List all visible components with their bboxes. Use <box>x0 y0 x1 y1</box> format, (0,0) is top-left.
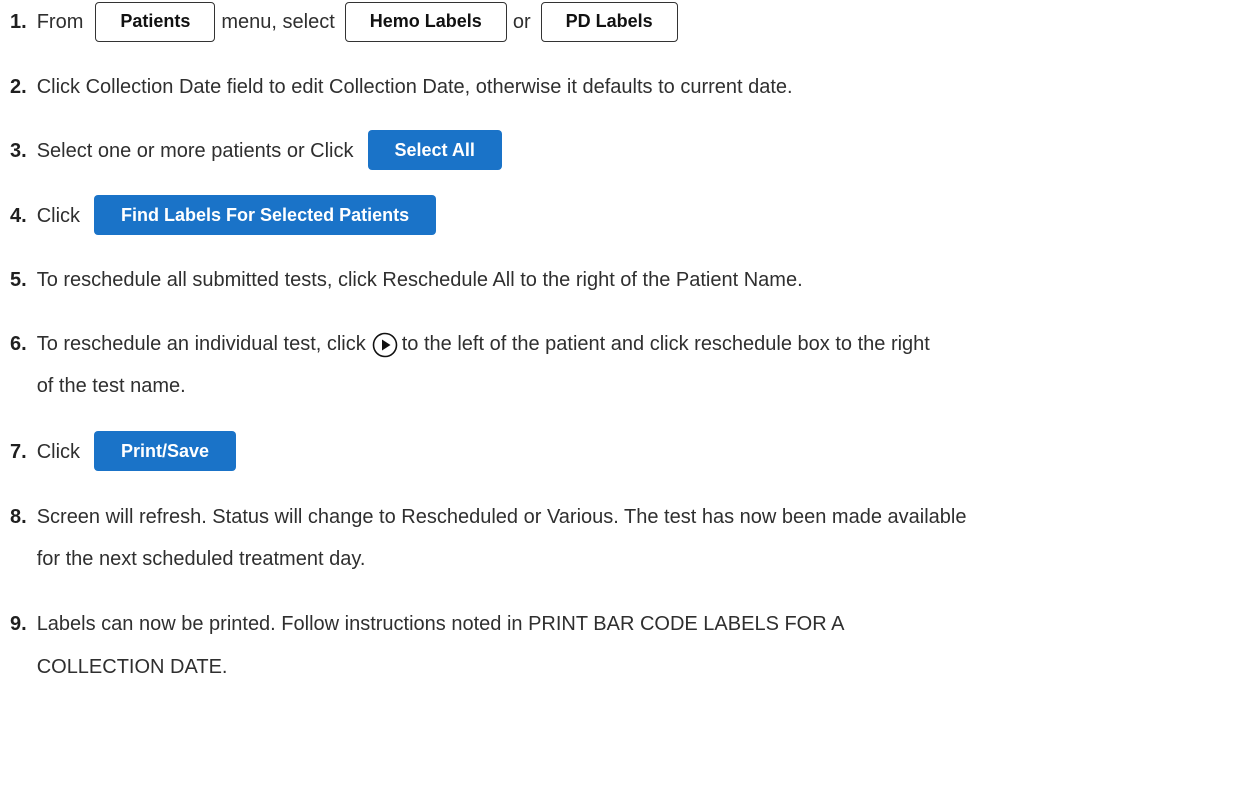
step-text: COLLECTION DATE. <box>36 656 228 678</box>
step-text: Click <box>36 441 81 463</box>
step-2: 2. Click Collection Date field to edit Co… <box>10 65 1236 109</box>
step-8: 8. Screen will refresh. Status will chang… <box>10 495 1236 539</box>
step-text: for the next scheduled treatment day. <box>36 548 366 570</box>
step-text: From <box>36 11 84 33</box>
select-all-button[interactable]: Select All <box>367 129 502 170</box>
step-number: 4. <box>10 205 27 227</box>
step-text: Screen will refresh. Status will change … <box>36 506 967 528</box>
find-labels-button[interactable]: Find Labels For Selected Patients <box>94 194 437 235</box>
step-number: 7. <box>10 441 27 463</box>
step-3: 3. Select one or more patients or Click Se… <box>10 129 1236 173</box>
step-5: 5. To reschedule all submitted tests, cli… <box>10 258 1236 302</box>
step-text: To reschedule all submitted tests, click… <box>36 269 803 291</box>
print-save-button[interactable]: Print/Save <box>94 430 237 471</box>
step-text: or <box>512 11 531 33</box>
pd-labels-button[interactable]: PD Labels <box>540 1 678 42</box>
step-text: To reschedule an individual test, click <box>36 333 366 355</box>
step-number: 8. <box>10 506 27 528</box>
step-number: 1. <box>10 11 27 33</box>
step-number: 5. <box>10 269 27 291</box>
step-number: 3. <box>10 140 27 162</box>
step-number: 9. <box>10 613 27 635</box>
step-1: 1. From Patients menu, select Hemo Labels or P… <box>10 0 1236 44</box>
step-9: 9. Labels can now be printed. Follow inst… <box>10 602 1236 646</box>
step-text: menu, select <box>221 11 335 33</box>
hemo-labels-button[interactable]: Hemo Labels <box>344 1 507 42</box>
step-6-continued: 6.of the test name. <box>10 364 1236 408</box>
step-text: of the test name. <box>36 375 186 397</box>
step-8-continued: 8.for the next scheduled treatment day. <box>10 537 1236 581</box>
step-text: to the left of the patient and click res… <box>401 333 930 355</box>
step-text: Click Collection Date field to edit Coll… <box>36 76 793 98</box>
step-number: 2. <box>10 76 27 98</box>
step-number: 6. <box>10 333 27 355</box>
step-text: Select one or more patients or Click <box>36 140 354 162</box>
play-circle-icon <box>372 330 398 358</box>
patients-menu-button[interactable]: Patients <box>95 1 216 42</box>
step-text: Labels can now be printed. Follow instru… <box>36 613 845 635</box>
step-6: 6. To reschedule an individual test, clic… <box>10 322 1236 366</box>
step-4: 4. Click Find Labels For Selected Patients <box>10 194 1236 238</box>
step-9-continued: 9.COLLECTION DATE. <box>10 645 1236 689</box>
step-text: Click <box>36 205 81 227</box>
step-7: 7. Click Print/Save <box>10 430 1236 474</box>
